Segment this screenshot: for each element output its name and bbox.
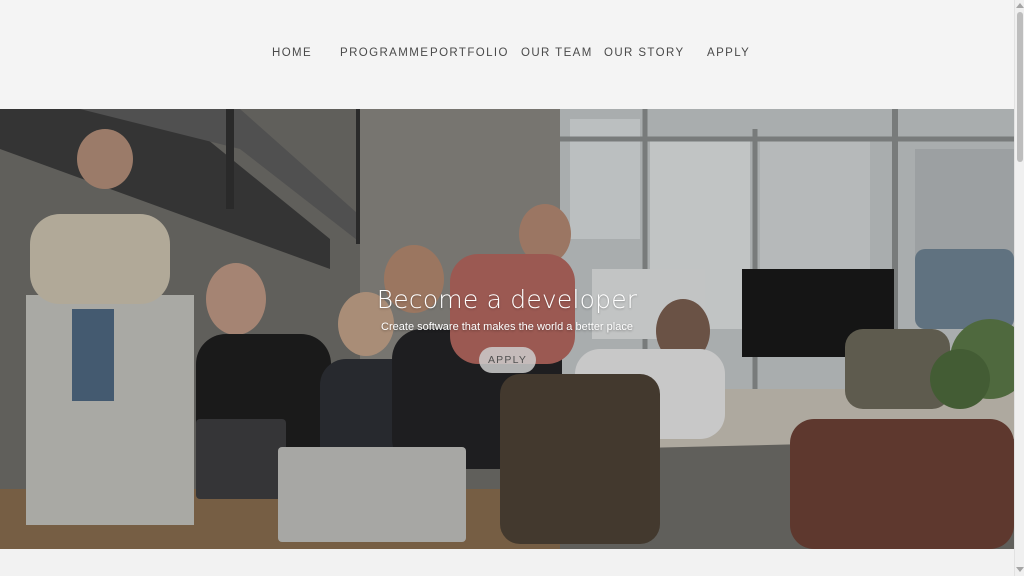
top-navigation: HOME PROGRAMME PORTFOLIO OUR TEAM OUR ST… [0, 0, 1014, 109]
hero-subtitle: Create software that makes the world a b… [381, 321, 633, 333]
scroll-thumb[interactable] [1017, 12, 1023, 162]
nav-link-our-team[interactable]: OUR TEAM [521, 47, 593, 59]
section-below-hero [0, 549, 1014, 576]
scroll-up-arrow-icon[interactable] [1016, 3, 1024, 8]
scroll-down-arrow-icon[interactable] [1016, 567, 1024, 572]
nav-link-our-story[interactable]: OUR STORY [604, 47, 685, 59]
nav-link-apply[interactable]: APPLY [707, 47, 750, 59]
hero-title: Become a developer [376, 285, 638, 314]
page-scrollbar[interactable] [1014, 0, 1024, 576]
nav-link-programme[interactable]: PROGRAMME [340, 47, 429, 59]
nav-link-portfolio[interactable]: PORTFOLIO [430, 47, 509, 59]
nav-link-home[interactable]: HOME [272, 47, 312, 59]
hero-section: Become a developer Create software that … [0, 109, 1014, 549]
hero-apply-button[interactable]: APPLY [479, 347, 536, 373]
